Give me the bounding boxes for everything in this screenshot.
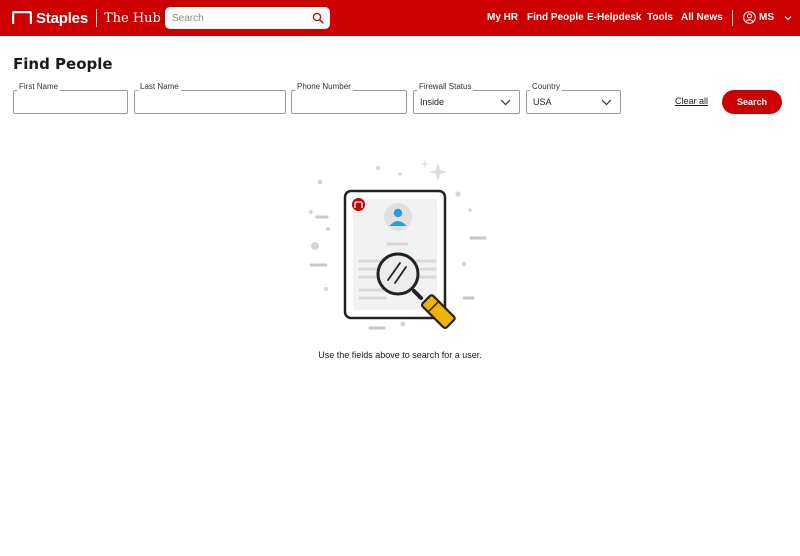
nav-all-news[interactable]: All News [681,12,723,26]
phone-number-label: Phone Number [295,82,353,91]
first-name-label: First Name [17,82,61,91]
chevron-down-icon [500,99,511,106]
user-initials: MS [759,12,774,23]
first-name-field: First Name [13,82,128,114]
user-avatar-icon [743,11,756,24]
firewall-status-select[interactable]: Firewall Status Inside [413,82,520,114]
phone-number-field: Phone Number [291,82,407,114]
search-button[interactable]: Search [722,90,782,114]
firewall-status-value: Inside [420,97,445,107]
last-name-input[interactable] [135,91,285,113]
empty-state-message: Use the fields above to search for a use… [318,350,482,360]
logo-divider [95,9,97,27]
country-label: Country [530,82,563,91]
global-search [165,7,330,29]
last-name-field: Last Name [134,82,286,114]
chevron-down-icon [601,99,612,106]
country-select[interactable]: Country USA [526,82,621,114]
phone-number-input[interactable] [292,91,406,113]
empty-search-illustration [308,160,487,330]
global-search-input[interactable] [165,7,305,29]
search-icon[interactable] [312,12,324,24]
country-value: USA [533,97,552,107]
staples-logo-mark-icon [12,11,32,24]
last-name-label: Last Name [138,82,181,91]
firewall-status-label: Firewall Status [417,82,474,91]
staples-logo[interactable]: Staples The Hub [12,9,161,27]
chevron-down-icon [784,15,792,20]
clear-all-link[interactable]: Clear all [675,96,708,106]
brand-name: Staples [36,9,88,27]
top-bar: Staples The Hub My HR Find People E-Help… [0,0,800,36]
nav-tools[interactable]: Tools [647,12,673,26]
page-title: Find People [13,55,113,73]
nav-divider [732,10,733,26]
first-name-input[interactable] [14,91,127,113]
sparkle-icon [421,160,447,181]
nav-e-helpdesk[interactable]: E-Helpdesk [587,12,641,26]
nav-find-people[interactable]: Find People [527,12,584,26]
nav-my-hr[interactable]: My HR [487,12,518,26]
user-menu[interactable]: MS [743,11,792,24]
sub-brand-name: The Hub [103,10,161,26]
